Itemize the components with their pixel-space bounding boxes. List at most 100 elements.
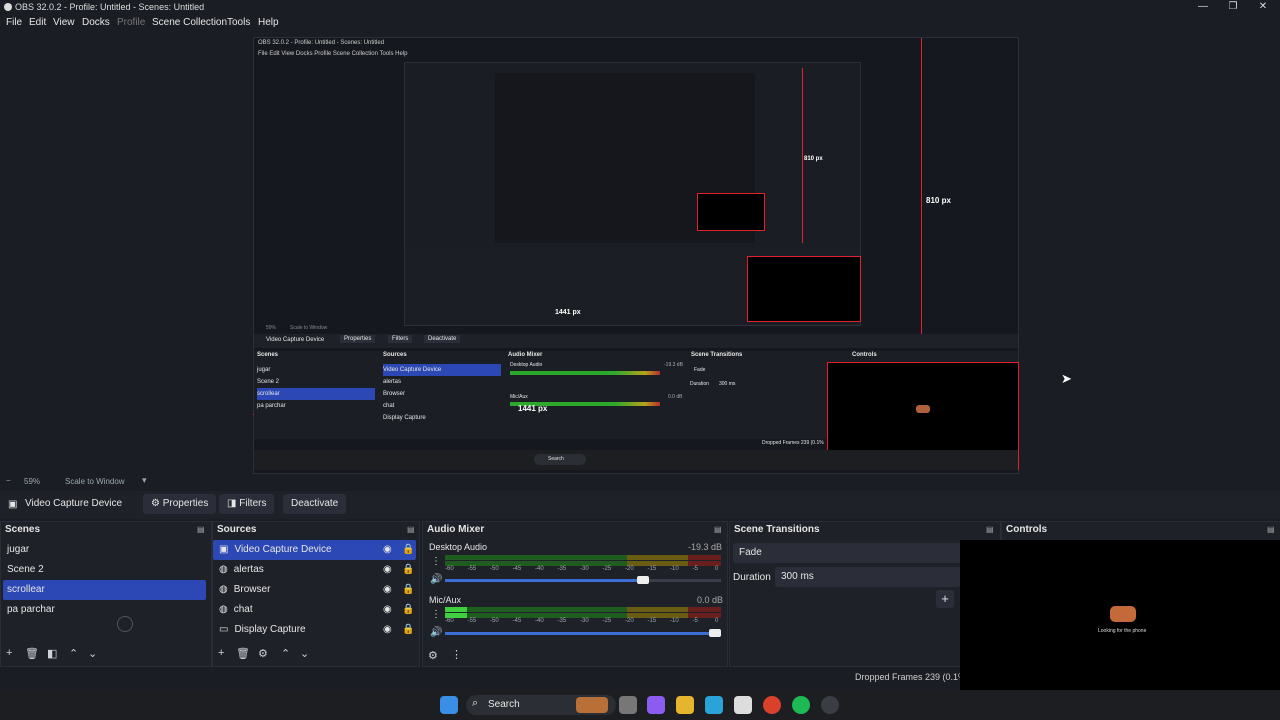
meter-scale-tick: -10 xyxy=(670,618,679,624)
lock-icon[interactable]: 🔒 xyxy=(402,560,414,580)
meter-scale-tick: -15 xyxy=(647,618,657,624)
meter-scale-tick: -20 xyxy=(625,566,634,572)
menu-scene-collection[interactable]: Scene Collection xyxy=(152,17,227,28)
lock-icon[interactable]: 🔒 xyxy=(402,580,414,600)
source-item[interactable]: ◍ chat ◉ 🔒 xyxy=(213,600,416,620)
scene-item[interactable]: Scene 2 xyxy=(3,560,206,580)
volume-track[interactable] xyxy=(445,579,721,582)
eye-icon[interactable]: ◉ xyxy=(383,560,392,580)
globe-icon: ◍ xyxy=(219,564,228,575)
zoom-out-button[interactable]: − xyxy=(6,476,11,485)
add-transition-button[interactable]: + xyxy=(936,590,954,608)
duration-input[interactable]: 300 ms xyxy=(775,567,961,587)
window-title: OBS 32.0.2 - Profile: Untitled - Scenes:… xyxy=(15,2,205,12)
move-up-icon[interactable]: ⌃ xyxy=(69,647,78,660)
meter-scale-tick: -60 xyxy=(445,618,454,624)
nested-capture-preview[interactable]: OBS 32.0.2 - Profile: Untitled - Scenes:… xyxy=(253,37,1019,474)
speaker-icon[interactable]: 🔊 xyxy=(430,574,442,585)
kebab-menu-icon[interactable]: ⋮ xyxy=(431,556,441,567)
camera-icon: ▣ xyxy=(8,499,18,510)
move-down-icon[interactable]: ⌄ xyxy=(88,647,97,660)
monitor-icon: ▭ xyxy=(219,624,229,635)
task-view-icon[interactable] xyxy=(619,696,637,714)
nested-deep-preview: 1441 px xyxy=(404,62,861,326)
gear-icon[interactable]: ⚙ xyxy=(428,649,438,662)
chrome-icon[interactable] xyxy=(763,696,781,714)
meter-scale-tick: -40 xyxy=(535,618,544,624)
scene-item[interactable]: jugar xyxy=(3,540,206,560)
source-item[interactable]: ◍ Browser ◉ 🔒 xyxy=(213,580,416,600)
dock-menu-icon[interactable]: ▤ xyxy=(714,525,722,534)
eye-icon[interactable]: ◉ xyxy=(383,600,392,620)
nested-source-item: Video Capture Device xyxy=(383,364,501,376)
source-item[interactable]: ◍ alertas ◉ 🔒 xyxy=(213,560,416,580)
zoom-mode[interactable]: Scale to Window xyxy=(65,477,125,486)
dock-menu-icon[interactable]: ▤ xyxy=(986,525,994,534)
nested-dropped: Dropped Frames 239 (0.1% xyxy=(762,440,824,446)
nested-scene-item: Scene 2 xyxy=(257,379,280,385)
nested-source-item: alertas xyxy=(383,379,402,385)
menu-help[interactable]: Help xyxy=(258,17,279,28)
volume-slider-handle[interactable] xyxy=(637,576,650,584)
scene-item[interactable]: pa parchar xyxy=(3,600,206,620)
filters-button[interactable]: ◨ Filters xyxy=(219,494,275,514)
kebab-menu-icon[interactable]: ⋮ xyxy=(431,609,441,620)
properties-button[interactable]: ⚙ Properties xyxy=(143,494,217,514)
dock-menu-icon[interactable]: ▤ xyxy=(1267,525,1275,534)
store-icon[interactable] xyxy=(734,696,752,714)
scene-item-selected[interactable]: scrollear xyxy=(3,580,206,600)
copilot-icon[interactable] xyxy=(647,696,665,714)
kebab-menu-icon[interactable]: ⋮ xyxy=(451,648,462,661)
edge-icon[interactable] xyxy=(705,696,723,714)
zoom-bar: − 59% Scale to Window ▾ xyxy=(0,475,1280,489)
nested-controls-frame xyxy=(747,256,861,322)
dock-menu-icon[interactable]: ▤ xyxy=(197,525,205,534)
source-item-selected[interactable]: ▣ Video Capture Device ◉ 🔒 xyxy=(213,540,416,560)
tiger-thumbnail xyxy=(916,405,930,413)
menu-tools[interactable]: Tools xyxy=(227,17,250,28)
search-box[interactable]: ⌕ Search xyxy=(466,695,616,715)
dock-menu-icon[interactable]: ▤ xyxy=(407,525,415,534)
speaker-icon[interactable]: 🔊 xyxy=(430,627,442,638)
move-down-icon[interactable]: ⌄ xyxy=(300,647,309,660)
eye-icon[interactable]: ◉ xyxy=(383,580,392,600)
chevron-down-icon[interactable]: ▾ xyxy=(142,475,147,486)
deactivate-button[interactable]: Deactivate xyxy=(283,494,347,514)
camera-icon: ▣ xyxy=(219,544,229,555)
volume-slider-handle[interactable] xyxy=(709,629,721,637)
nested-taskbar xyxy=(254,450,1018,470)
move-up-icon[interactable]: ⌃ xyxy=(281,647,290,660)
lock-icon[interactable]: 🔒 xyxy=(402,600,414,620)
menu-docks[interactable]: Docks xyxy=(82,17,110,28)
obs-taskbar-icon[interactable] xyxy=(821,696,839,714)
eye-icon[interactable]: ◉ xyxy=(383,540,392,560)
source-item[interactable]: ▭ Display Capture ◉ 🔒 xyxy=(213,620,416,640)
mouse-cursor-icon: ➤ xyxy=(1061,371,1072,386)
menu-file[interactable]: File xyxy=(6,17,22,28)
lock-icon[interactable]: 🔒 xyxy=(402,620,414,640)
file-explorer-icon[interactable] xyxy=(676,696,694,714)
meter-scale-tick: -55 xyxy=(467,618,477,624)
gear-icon[interactable]: ⚙ xyxy=(258,647,268,660)
transition-select[interactable]: Fade xyxy=(733,543,961,563)
eye-icon[interactable]: ◉ xyxy=(383,620,392,640)
menu-edit[interactable]: Edit xyxy=(29,17,46,28)
meter-scale-tick: -25 xyxy=(602,618,612,624)
lock-icon[interactable]: 🔒 xyxy=(402,540,414,560)
windows-start-icon[interactable] xyxy=(440,696,458,714)
search-highlight-icon xyxy=(576,697,608,713)
minimize-button[interactable]: — xyxy=(1188,0,1218,14)
globe-icon: ◍ xyxy=(219,584,228,595)
filter-icon[interactable]: ◧ xyxy=(47,647,57,660)
trash-icon[interactable]: 🗑 xyxy=(236,647,250,660)
add-source-button[interactable]: + xyxy=(218,647,224,659)
volume-track[interactable] xyxy=(445,632,721,635)
add-scene-button[interactable]: + xyxy=(6,647,12,659)
meter-scale-tick: -30 xyxy=(580,618,589,624)
close-button[interactable]: ✕ xyxy=(1248,0,1278,14)
trash-icon[interactable]: 🗑 xyxy=(25,647,39,660)
menu-profile[interactable]: Profile xyxy=(117,17,145,28)
maximize-button[interactable]: ❐ xyxy=(1218,0,1248,14)
spotify-icon[interactable] xyxy=(792,696,810,714)
menu-view[interactable]: View xyxy=(53,17,75,28)
